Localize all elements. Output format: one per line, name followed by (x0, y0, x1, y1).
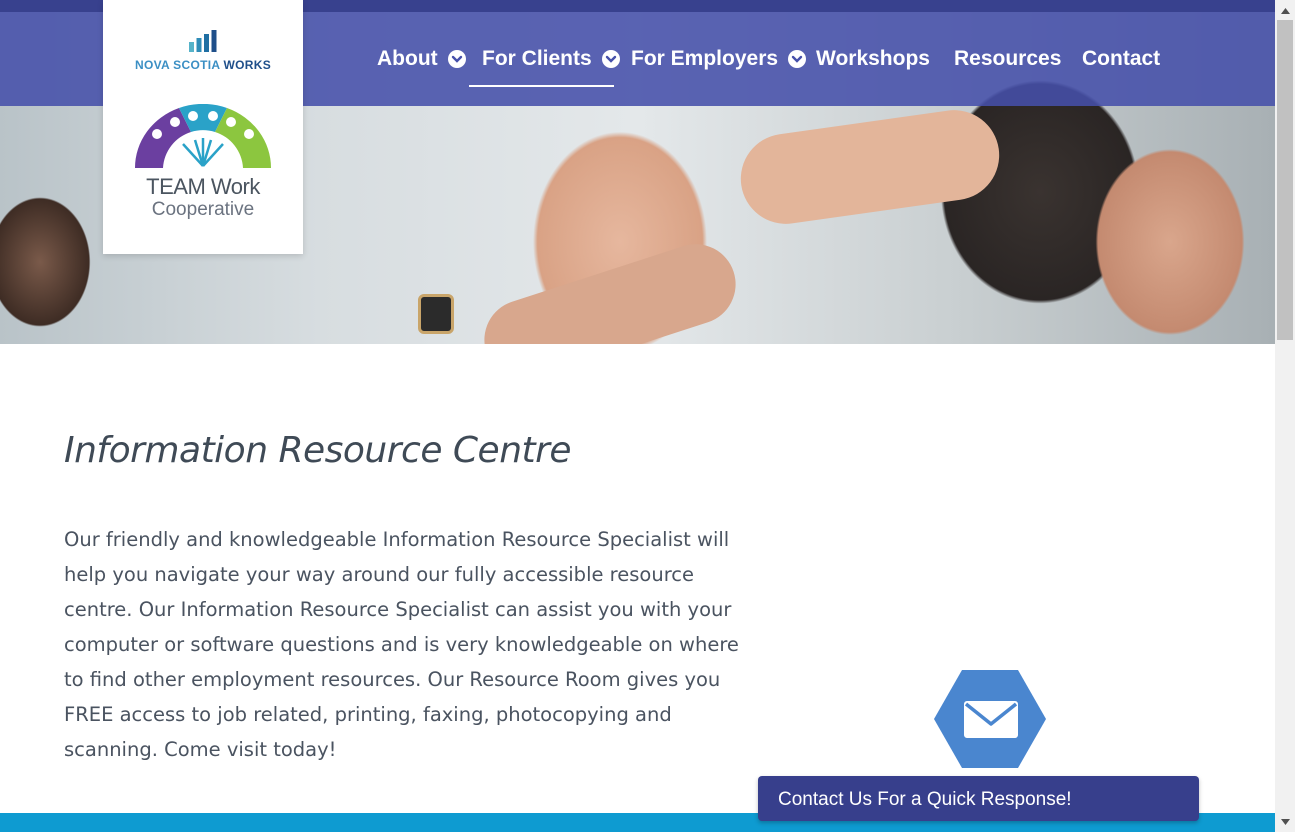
nav-item-contact[interactable]: Contact (1082, 12, 1160, 106)
nav-item-label: Resources (954, 47, 1062, 70)
nav-item-for-employers[interactable]: For Employers (631, 12, 807, 106)
nav-item-label: Contact (1082, 47, 1161, 70)
site-logo[interactable]: NOVA SCOTIA WORKS TEAM Work Cooperative (103, 0, 303, 254)
team-work-name: TEAM Work (146, 174, 260, 199)
nav-item-label: For Clients (482, 47, 592, 70)
nav-item-label: Workshops (816, 47, 930, 70)
contact-envelope-button[interactable] (932, 668, 1048, 770)
team-work-logo-icon (134, 104, 272, 168)
nav-item-workshops[interactable]: Workshops (816, 12, 930, 106)
contact-quick-response-button[interactable]: Contact Us For a Quick Response! (758, 776, 1199, 821)
scroll-up-arrow-icon[interactable] (1275, 2, 1295, 19)
chevron-down-icon[interactable] (447, 50, 466, 68)
nav-item-resources[interactable]: Resources (954, 12, 1061, 106)
body-paragraph: Our friendly and knowledgeable Informati… (64, 528, 739, 761)
envelope-icon (964, 701, 1018, 738)
team-work-subtitle: Cooperative (151, 199, 255, 220)
active-nav-underline (469, 85, 614, 87)
scroll-down-arrow-icon[interactable] (1275, 813, 1295, 830)
nova-scotia-works-wordmark: NOVA SCOTIA WORKS (135, 58, 271, 72)
scrollbar-thumb[interactable] (1277, 20, 1293, 340)
nav-item-about[interactable]: About (377, 12, 466, 106)
watch-graphic (418, 294, 454, 334)
chevron-down-icon[interactable] (788, 50, 807, 68)
nav-item-for-clients[interactable]: For Clients (482, 12, 620, 106)
nav-item-label: For Employers (631, 47, 779, 70)
nova-scotia-works-logo-icon (189, 30, 217, 52)
nav-item-label: About (377, 47, 438, 70)
chevron-down-icon[interactable] (601, 50, 620, 68)
page-title: Information Resource Centre (64, 430, 572, 471)
